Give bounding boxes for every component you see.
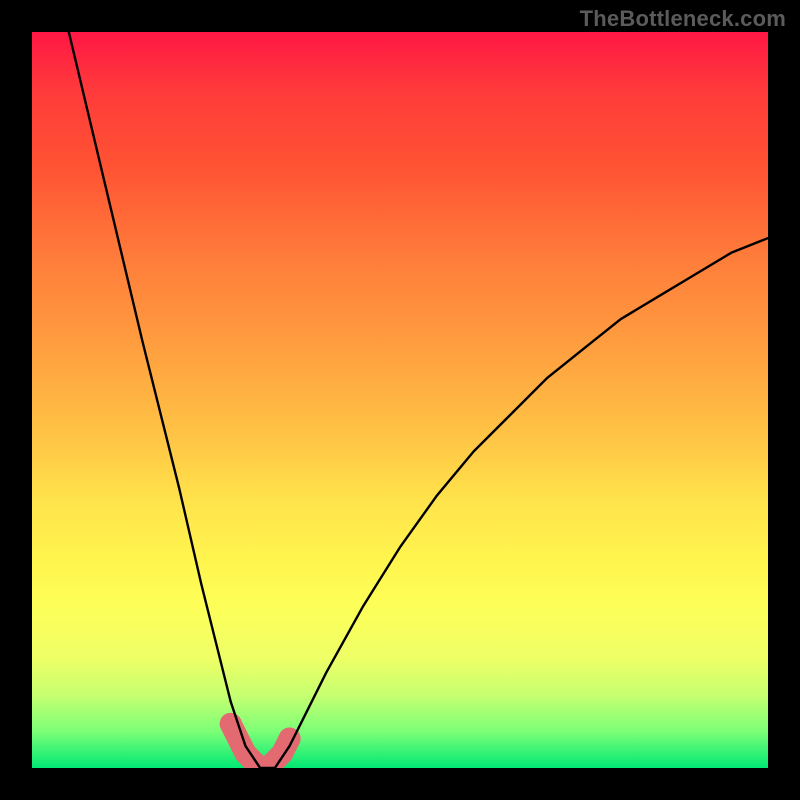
watermark-text: TheBottleneck.com — [580, 6, 786, 32]
plot-area — [32, 32, 768, 768]
chart-svg — [32, 32, 768, 768]
bottleneck-curve — [69, 32, 768, 768]
chart-frame: TheBottleneck.com — [0, 0, 800, 800]
bottom-band — [220, 713, 301, 768]
